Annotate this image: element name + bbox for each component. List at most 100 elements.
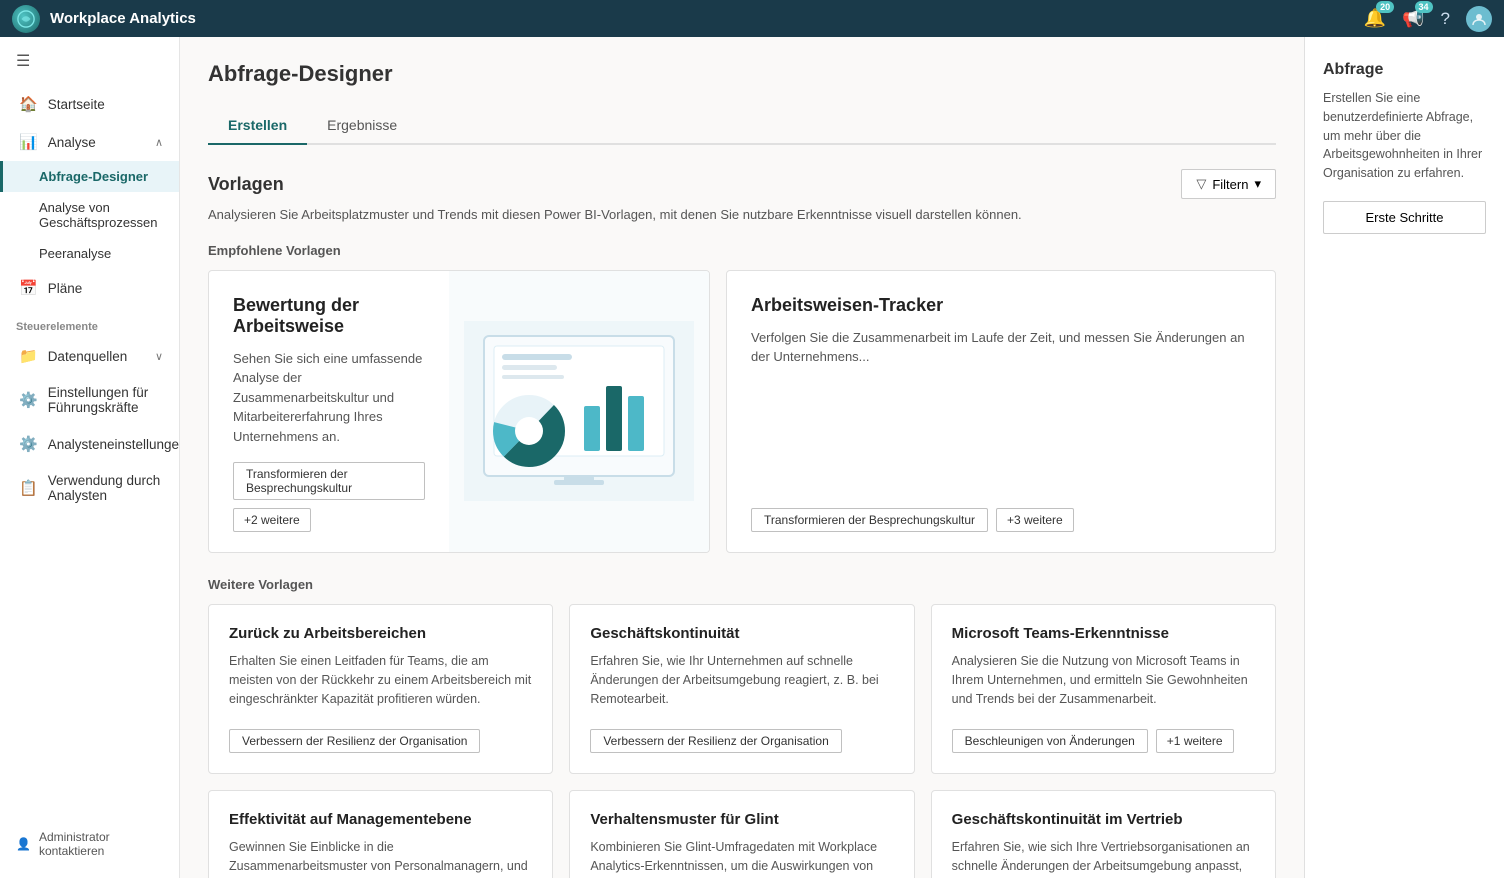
card-desc-vertrieb: Erfahren Sie, wie sich Ihre Vertriebsorg…	[952, 838, 1255, 878]
card-desc-zurueck: Erhalten Sie einen Leitfaden für Teams, …	[229, 652, 532, 715]
user-avatar[interactable]	[1466, 6, 1492, 32]
filter-icon: ▽	[1196, 176, 1206, 192]
contact-label: Administrator kontaktieren	[39, 830, 163, 858]
sidebar: ☰ 🏠 Startseite 📊 Analyse ∧ Abfrage-Desig…	[0, 37, 180, 878]
analyse-icon: 📊	[19, 133, 38, 151]
analyse-chevron: ∧	[155, 136, 163, 149]
card-tag-geschaeft-0[interactable]: Verbessern der Resilienz der Organisatio…	[590, 729, 841, 753]
card-zurueck-arbeitsbereichen[interactable]: Zurück zu Arbeitsbereichen Erhalten Sie …	[208, 604, 553, 774]
card-tag-bewertung-0[interactable]: Transformieren der Besprechungskultur	[233, 462, 425, 500]
card-effektivitaet[interactable]: Effektivität auf Managementebene Gewinne…	[208, 790, 553, 878]
main-content: Abfrage-Designer Erstellen Ergebnisse Vo…	[180, 37, 1304, 878]
weitere-cards-grid: Zurück zu Arbeitsbereichen Erhalten Sie …	[208, 604, 1276, 878]
verwendung-label: Verwendung durch Analysten	[48, 473, 163, 503]
card-desc-tracker: Verfolgen Sie die Zusammenarbeit im Lauf…	[751, 328, 1251, 493]
vorlagen-title: Vorlagen	[208, 174, 284, 195]
notifications-icon[interactable]: 🔔 20	[1364, 8, 1386, 29]
sidebar-item-einstellungen-fuehrungskraefte[interactable]: ⚙️ Einstellungen für Führungskräfte	[0, 375, 179, 425]
card-desc-effekt: Gewinnen Sie Einblicke in die Zusammenar…	[229, 838, 532, 878]
top-bar: Workplace Analytics 🔔 20 📢 34 ?	[0, 0, 1504, 37]
content-area: Abfrage-Designer Erstellen Ergebnisse Vo…	[180, 37, 1504, 878]
card-tag-teams-0[interactable]: Beschleunigen von Änderungen	[952, 729, 1148, 753]
peeranalyse-label: Peeranalyse	[39, 246, 111, 261]
startseite-label: Startseite	[48, 97, 105, 112]
card-geschaeft-vertrieb[interactable]: Geschäftskontinuität im Vertrieb Erfahre…	[931, 790, 1276, 878]
erste-schritte-button[interactable]: Erste Schritte	[1323, 201, 1486, 234]
datenquellen-label: Datenquellen	[48, 349, 128, 364]
contact-icon: 👤	[16, 837, 31, 851]
filter-label: Filtern	[1212, 177, 1248, 192]
card-image-bewertung	[449, 271, 709, 553]
tabs-bar: Erstellen Ergebnisse	[208, 107, 1276, 145]
vorlagen-desc: Analysieren Sie Arbeitsplatzmuster und T…	[208, 205, 1276, 225]
card-text-bewertung: Bewertung der Arbeitsweise Sehen Sie sic…	[209, 271, 449, 553]
card-title-zurueck: Zurück zu Arbeitsbereichen	[229, 625, 532, 642]
bell-badge: 34	[1415, 1, 1433, 13]
app-title: Workplace Analytics	[50, 10, 1354, 27]
verwendung-icon: 📋	[19, 479, 38, 497]
card-tag-zurueck-0[interactable]: Verbessern der Resilienz der Organisatio…	[229, 729, 480, 753]
plaene-icon: 📅	[19, 279, 38, 297]
page-title: Abfrage-Designer	[208, 61, 1276, 87]
card-teams-erkenntnisse[interactable]: Microsoft Teams-Erkenntnisse Analysieren…	[931, 604, 1276, 774]
card-title-verhalt: Verhaltensmuster für Glint	[590, 811, 893, 828]
app-logo	[12, 5, 40, 33]
right-panel-title: Abfrage	[1323, 61, 1486, 79]
featured-card-tracker[interactable]: Arbeitsweisen-Tracker Verfolgen Sie die …	[726, 270, 1276, 554]
einstellungen-fuehrungskraefte-label: Einstellungen für Führungskräfte	[48, 385, 163, 415]
analysteneinstellungen-icon: ⚙️	[19, 435, 38, 453]
analysteneinstellungen-label: Analysteneinstellungen	[48, 437, 180, 452]
card-tags-tracker: Transformieren der Besprechungskultur +3…	[751, 508, 1251, 532]
main-layout: ☰ 🏠 Startseite 📊 Analyse ∧ Abfrage-Desig…	[0, 37, 1504, 878]
card-title-geschaeft: Geschäftskontinuität	[590, 625, 893, 642]
einstellungen-fuehrungskraefte-icon: ⚙️	[19, 391, 38, 409]
card-title-teams: Microsoft Teams-Erkenntnisse	[952, 625, 1255, 642]
card-tag-tracker-0[interactable]: Transformieren der Besprechungskultur	[751, 508, 988, 532]
featured-cards: Bewertung der Arbeitsweise Sehen Sie sic…	[208, 270, 1276, 554]
tab-erstellen[interactable]: Erstellen	[208, 107, 307, 145]
card-desc-verhalt: Kombinieren Sie Glint-Umfragedaten mit W…	[590, 838, 893, 878]
card-geschaeftskontinuitaet[interactable]: Geschäftskontinuität Erfahren Sie, wie I…	[569, 604, 914, 774]
bell-icon[interactable]: 📢 34	[1402, 8, 1424, 29]
card-tag-more-bewertung[interactable]: +2 weitere	[233, 508, 311, 532]
tab-ergebnisse[interactable]: Ergebnisse	[307, 107, 417, 145]
contact-admin[interactable]: 👤 Administrator kontaktieren	[0, 820, 179, 868]
notify-badge: 20	[1376, 1, 1394, 13]
sidebar-item-analyse-geschaeftsprozessen[interactable]: Analyse von Geschäftsprozessen	[0, 192, 179, 238]
card-title-vertrieb: Geschäftskontinuität im Vertrieb	[952, 811, 1255, 828]
sidebar-item-startseite[interactable]: 🏠 Startseite	[0, 85, 179, 123]
card-title-bewertung: Bewertung der Arbeitsweise	[233, 295, 425, 337]
featured-card-bewertung[interactable]: Bewertung der Arbeitsweise Sehen Sie sic…	[208, 270, 710, 554]
sidebar-item-analysteneinstellungen[interactable]: ⚙️ Analysteneinstellungen	[0, 425, 179, 463]
abfrage-designer-label: Abfrage-Designer	[39, 169, 148, 184]
analyse-label: Analyse	[48, 135, 96, 150]
card-tags-zurueck: Verbessern der Resilienz der Organisatio…	[229, 729, 532, 753]
card-tags-bewertung: Transformieren der Besprechungskultur +2…	[233, 462, 425, 532]
card-desc-bewertung: Sehen Sie sich eine umfassende Analyse d…	[233, 349, 425, 447]
sidebar-item-verwendung-analysten[interactable]: 📋 Verwendung durch Analysten	[0, 463, 179, 513]
vorlagen-section-header: Vorlagen ▽ Filtern ▾	[208, 169, 1276, 199]
card-tag-more-teams[interactable]: +1 weitere	[1156, 729, 1234, 753]
analyse-geschaeftsprozessen-label: Analyse von Geschäftsprozessen	[39, 200, 158, 230]
weitere-label: Weitere Vorlagen	[208, 577, 1276, 592]
help-icon[interactable]: ?	[1441, 8, 1450, 29]
card-tag-more-tracker[interactable]: +3 weitere	[996, 508, 1074, 532]
datenquellen-chevron: ∨	[155, 350, 163, 363]
right-panel: Abfrage Erstellen Sie eine benutzerdefin…	[1304, 37, 1504, 878]
sidebar-item-peeranalyse[interactable]: Peeranalyse	[0, 238, 179, 269]
filter-button[interactable]: ▽ Filtern ▾	[1181, 169, 1276, 199]
filter-chevron: ▾	[1254, 176, 1261, 192]
card-title-tracker: Arbeitsweisen-Tracker	[751, 295, 1251, 316]
steuerelemente-section: Steuerelemente	[0, 307, 179, 337]
card-tags-teams: Beschleunigen von Änderungen +1 weitere	[952, 729, 1255, 753]
sidebar-item-abfrage-designer[interactable]: Abfrage-Designer	[0, 161, 179, 192]
card-verhaltensmuster[interactable]: Verhaltensmuster für Glint Kombinieren S…	[569, 790, 914, 878]
sidebar-item-plaene[interactable]: 📅 Pläne	[0, 269, 179, 307]
empfohlene-label: Empfohlene Vorlagen	[208, 243, 1276, 258]
right-panel-desc: Erstellen Sie eine benutzerdefinierte Ab…	[1323, 89, 1486, 183]
card-desc-geschaeft: Erfahren Sie, wie Ihr Unternehmen auf sc…	[590, 652, 893, 715]
hamburger-button[interactable]: ☰	[0, 37, 179, 85]
home-icon: 🏠	[19, 95, 38, 113]
sidebar-item-datenquellen[interactable]: 📁 Datenquellen ∨	[0, 337, 179, 375]
sidebar-item-analyse[interactable]: 📊 Analyse ∧	[0, 123, 179, 161]
